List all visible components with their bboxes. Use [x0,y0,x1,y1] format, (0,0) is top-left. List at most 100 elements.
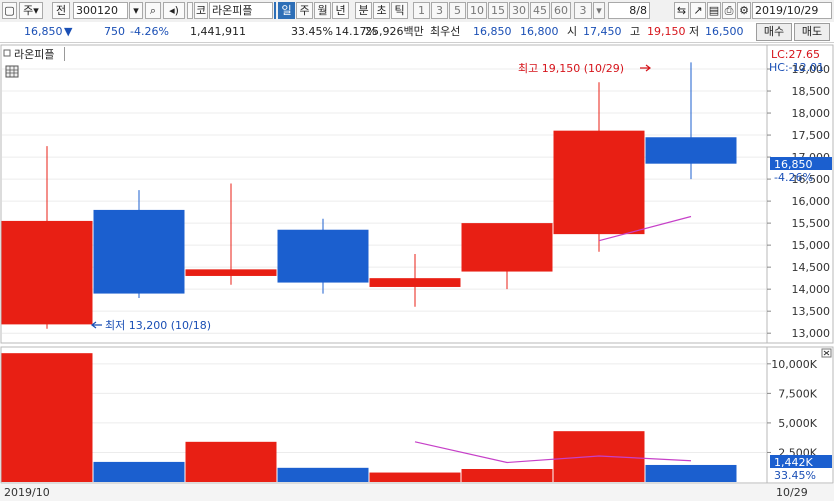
volume-bar [93,461,185,482]
best-sell: 16,850 [473,25,512,38]
name-field[interactable]: 라온피플 [209,2,273,19]
volume-bar [277,467,369,482]
high-marker-label: 최고 19,150 (10/29) [518,62,624,75]
period-month[interactable]: 월 [314,2,331,19]
volume-bar [645,464,737,482]
search-icon[interactable]: ⌕ [145,2,161,19]
expand-icon[interactable]: ↗ [690,2,706,19]
candle-body [93,209,185,294]
price-tick-label: 15,000 [792,239,831,252]
candle-body [1,220,93,325]
price-tick-label: 18,500 [792,85,831,98]
interval-15[interactable]: 15 [488,2,508,19]
stock-name-legend: 라온피플 [14,48,54,61]
sell-button[interactable]: 매도 [794,23,830,41]
price-tick-label: 18,000 [792,107,831,120]
interval-3[interactable]: 3 [431,2,448,19]
period-tick[interactable]: 틱 [391,2,408,19]
page-indicator: 8/8 [608,2,650,19]
price-tick-label: 13,000 [792,327,831,340]
last-price-label: 16,850 [774,158,813,171]
volume-bar [369,472,461,482]
hc-label: HC:-12.01 [769,61,824,74]
x-axis-start-label: 2019/10 [4,486,50,499]
period-day[interactable]: 일 [278,2,295,19]
code-dropdown-icon[interactable]: ▾ [129,2,143,19]
interval-input[interactable]: 3 [574,2,592,19]
volume: 1,441,911 [190,25,246,38]
candle-body [461,223,553,272]
sound-icon[interactable]: ◂) [163,2,185,19]
high-price: 19,150 [647,25,686,38]
price-frame [0,44,834,344]
best-label: 최우선 [430,25,461,38]
x-axis-end-label: 10/29 [776,486,808,499]
table-icon [5,65,19,78]
price-tick-label: 17,500 [792,129,831,142]
price-tick-label: 15,500 [792,217,831,230]
candle-body [185,269,277,276]
menu-icon[interactable]: ▢ [2,2,17,19]
print-icon[interactable]: ⎙ [722,2,736,19]
interval-dropdown-icon[interactable]: ▾ [593,2,605,19]
low-marker-label: 최저 13,200 (10/18) [105,319,211,332]
open-label: 시 [567,25,578,38]
interval-45[interactable]: 45 [530,2,550,19]
toggle-icon[interactable] [187,2,193,19]
legend-toggle-icon [3,49,11,57]
lc-label: LC:27.65 [771,48,820,61]
candle-body [645,137,737,164]
compare-icon[interactable]: ⇆ [674,2,689,19]
toolbar: ▢ 주▾ 전 300120 ▾ ⌕ ◂) 코 라온피플 일 주 월 년 분 초 … [0,0,834,23]
quote-bar: 16,850 ▼ 750 -4.26% 1,441,911 33.45% 14.… [0,22,834,43]
volume-ratio: 33.45% [291,25,333,38]
current-price: 16,850 [24,25,63,38]
candle-body [369,278,461,287]
volume-bar [185,441,277,482]
market-label: 코 [194,2,208,19]
buy-button[interactable]: 매수 [756,23,792,41]
volume-bar [461,469,553,482]
open-price: 17,450 [583,25,622,38]
prefix-button[interactable]: 전 [52,2,70,19]
x-axis-band [0,484,834,501]
price-tick-label: 14,000 [792,283,831,296]
interval-30[interactable]: 30 [509,2,529,19]
last-vol-pct-label: 33.45% [774,469,816,482]
period-week[interactable]: 주 [296,2,313,19]
last-volume-label: 1,442K [774,456,813,469]
gear-icon[interactable]: ⚙ [737,2,751,19]
name-marker [274,2,276,19]
volume-bar [1,353,93,482]
stock-chart: 13,000 13,500 14,000 14,500 15,000 15,500 16,0… [0,44,834,501]
candle-body [553,130,645,235]
interval-1[interactable]: 1 [413,2,430,19]
volume-tick-label: 5,000K [778,417,817,430]
code-input[interactable]: 300120 [73,2,128,19]
volume-tick-label: 7,500K [778,387,817,400]
mode-select[interactable]: 주▾ [19,2,43,19]
down-arrow-icon: ▼ [64,25,73,38]
low-label: 저 [689,25,700,38]
date-field[interactable]: 2019/10/29 [752,2,832,19]
volume-tick-label: 10,000K [771,358,817,371]
interval-60[interactable]: 60 [551,2,571,19]
change-percent: -4.26% [130,25,169,38]
period-second[interactable]: 초 [373,2,390,19]
high-label: 고 [630,25,641,38]
period-minute[interactable]: 분 [355,2,372,19]
low-price: 16,500 [705,25,744,38]
period-year[interactable]: 년 [332,2,349,19]
interval-5[interactable]: 5 [449,2,466,19]
best-buy: 16,800 [520,25,559,38]
price-panel [0,44,768,344]
price-tick-label: 14,500 [792,261,831,274]
trade-amount: 25,926백만 [365,25,424,38]
interval-10[interactable]: 10 [467,2,487,19]
change-value: 750 [104,25,125,38]
last-pct-label: -4.26% [774,171,813,184]
save-icon[interactable]: ▤ [707,2,721,19]
candle-body [277,229,369,283]
legend-divider [64,47,65,61]
price-tick-label: 16,000 [792,195,831,208]
